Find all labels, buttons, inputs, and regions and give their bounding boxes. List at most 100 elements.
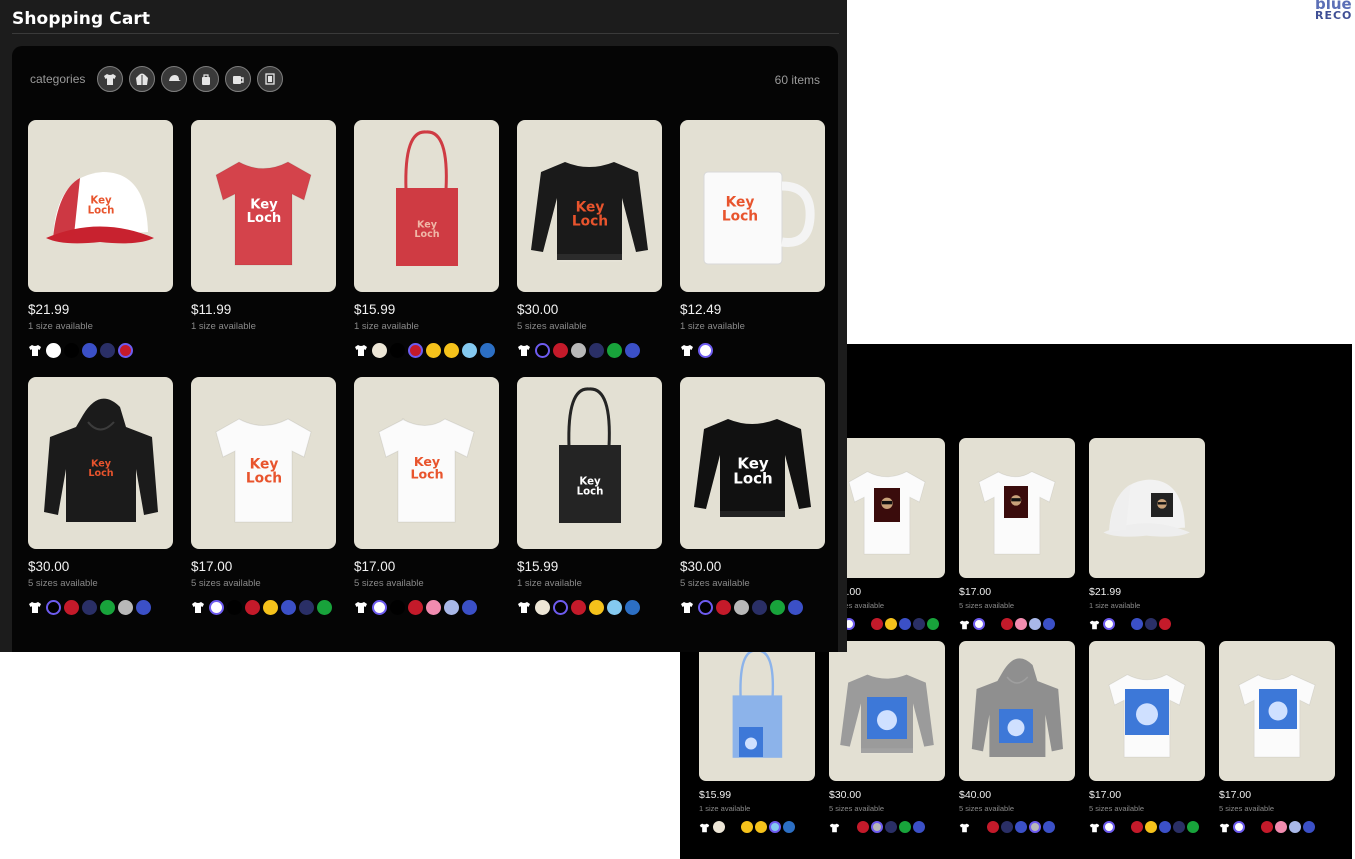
color-swatch[interactable] xyxy=(408,342,423,358)
color-swatch[interactable] xyxy=(927,618,939,630)
color-swatch[interactable] xyxy=(1303,821,1315,833)
color-swatch[interactable] xyxy=(885,618,897,630)
color-swatch[interactable] xyxy=(871,821,883,833)
color-swatch[interactable] xyxy=(1043,821,1055,833)
product-card[interactable]: $17.00 5 sizes available xyxy=(1089,641,1205,834)
color-swatch[interactable] xyxy=(1015,618,1027,630)
color-swatch[interactable] xyxy=(973,618,985,630)
product-card[interactable]: $30.00 5 sizes available xyxy=(829,641,945,834)
product-card[interactable]: Key Loch $15.99 1 size available xyxy=(354,120,499,359)
product-card[interactable]: Key Loch $12.49 1 size available xyxy=(680,120,825,359)
color-swatch[interactable] xyxy=(372,599,387,615)
color-swatch[interactable] xyxy=(209,599,224,615)
color-swatch[interactable] xyxy=(770,599,785,615)
color-swatch[interactable] xyxy=(734,599,749,615)
color-swatch[interactable] xyxy=(1001,618,1013,630)
product-image[interactable] xyxy=(1219,641,1335,781)
product-card[interactable]: $17.00 5 sizes available xyxy=(1219,641,1335,834)
category-mug-button[interactable] xyxy=(225,66,252,92)
color-swatch[interactable] xyxy=(1131,618,1143,630)
color-swatch[interactable] xyxy=(426,599,441,615)
color-swatch[interactable] xyxy=(408,599,423,615)
color-swatch[interactable] xyxy=(1117,821,1129,833)
color-swatch[interactable] xyxy=(769,821,781,833)
category-tshirt-button[interactable] xyxy=(97,66,124,92)
product-image[interactable]: Key Loch xyxy=(191,120,336,292)
product-image[interactable] xyxy=(1089,641,1205,781)
color-swatch[interactable] xyxy=(118,342,133,358)
color-swatch[interactable] xyxy=(589,599,604,615)
product-card[interactable]: Key Loch $11.99 1 size available xyxy=(191,120,336,359)
product-card[interactable]: Key Loch $21.99 1 size available xyxy=(28,120,173,359)
color-swatch[interactable] xyxy=(46,599,61,615)
color-swatch[interactable] xyxy=(1173,821,1185,833)
product-image[interactable]: Key Loch xyxy=(28,120,173,292)
color-swatch[interactable] xyxy=(1159,618,1171,630)
product-image[interactable]: Key Loch xyxy=(191,377,336,549)
color-swatch[interactable] xyxy=(571,599,586,615)
color-swatch[interactable] xyxy=(1145,618,1157,630)
color-swatch[interactable] xyxy=(1247,821,1259,833)
color-swatch[interactable] xyxy=(607,342,622,358)
category-cap-button[interactable] xyxy=(161,66,188,92)
product-card[interactable]: $40.00 5 sizes available xyxy=(959,641,1075,834)
color-swatch[interactable] xyxy=(698,342,713,358)
color-swatch[interactable] xyxy=(1043,618,1055,630)
color-swatch[interactable] xyxy=(857,618,869,630)
product-image[interactable]: Key Loch xyxy=(680,377,825,549)
color-swatch[interactable] xyxy=(281,599,296,615)
color-swatch[interactable] xyxy=(1275,821,1287,833)
color-swatch[interactable] xyxy=(755,821,767,833)
color-swatch[interactable] xyxy=(462,342,477,358)
color-swatch[interactable] xyxy=(1131,821,1143,833)
category-hoodie-button[interactable] xyxy=(129,66,156,92)
color-swatch[interactable] xyxy=(64,342,79,358)
color-swatch[interactable] xyxy=(82,342,97,358)
color-swatch[interactable] xyxy=(1029,618,1041,630)
color-swatch[interactable] xyxy=(136,599,151,615)
color-swatch[interactable] xyxy=(1103,821,1115,833)
color-swatch[interactable] xyxy=(1103,618,1115,630)
color-swatch[interactable] xyxy=(1289,821,1301,833)
product-image[interactable]: Key Loch xyxy=(354,377,499,549)
color-swatch[interactable] xyxy=(698,599,713,615)
color-swatch[interactable] xyxy=(1261,821,1273,833)
color-swatch[interactable] xyxy=(553,599,568,615)
color-swatch[interactable] xyxy=(390,342,405,358)
product-card[interactable]: Key Loch $30.00 5 sizes available xyxy=(680,377,825,616)
color-swatch[interactable] xyxy=(444,599,459,615)
color-swatch[interactable] xyxy=(913,618,925,630)
color-swatch[interactable] xyxy=(535,342,550,358)
color-swatch[interactable] xyxy=(783,821,795,833)
color-swatch[interactable] xyxy=(263,599,278,615)
product-image[interactable] xyxy=(959,641,1075,781)
product-card[interactable]: $21.99 1 size available xyxy=(1089,438,1205,631)
product-card[interactable]: Key Loch $30.00 5 sizes available xyxy=(28,377,173,616)
color-swatch[interactable] xyxy=(1015,821,1027,833)
color-swatch[interactable] xyxy=(317,599,332,615)
color-swatch[interactable] xyxy=(973,821,985,833)
category-poster-button[interactable] xyxy=(257,66,284,92)
color-swatch[interactable] xyxy=(553,342,568,358)
product-image[interactable] xyxy=(959,438,1075,578)
color-swatch[interactable] xyxy=(899,618,911,630)
color-swatch[interactable] xyxy=(245,599,260,615)
product-image[interactable] xyxy=(829,641,945,781)
color-swatch[interactable] xyxy=(571,342,586,358)
color-swatch[interactable] xyxy=(913,821,925,833)
product-card[interactable]: $15.99 1 size available xyxy=(699,641,815,834)
product-image[interactable]: Key Loch xyxy=(517,377,662,549)
color-swatch[interactable] xyxy=(299,599,314,615)
color-swatch[interactable] xyxy=(727,821,739,833)
product-card[interactable]: Key Loch $15.99 1 size available xyxy=(517,377,662,616)
color-swatch[interactable] xyxy=(480,342,495,358)
color-swatch[interactable] xyxy=(426,342,441,358)
color-swatch[interactable] xyxy=(741,821,753,833)
product-card[interactable]: Key Loch $17.00 5 sizes available xyxy=(354,377,499,616)
color-swatch[interactable] xyxy=(752,599,767,615)
color-swatch[interactable] xyxy=(788,599,803,615)
color-swatch[interactable] xyxy=(857,821,869,833)
category-bag-button[interactable] xyxy=(193,66,220,92)
product-image[interactable] xyxy=(1089,438,1205,578)
color-swatch[interactable] xyxy=(46,342,61,358)
